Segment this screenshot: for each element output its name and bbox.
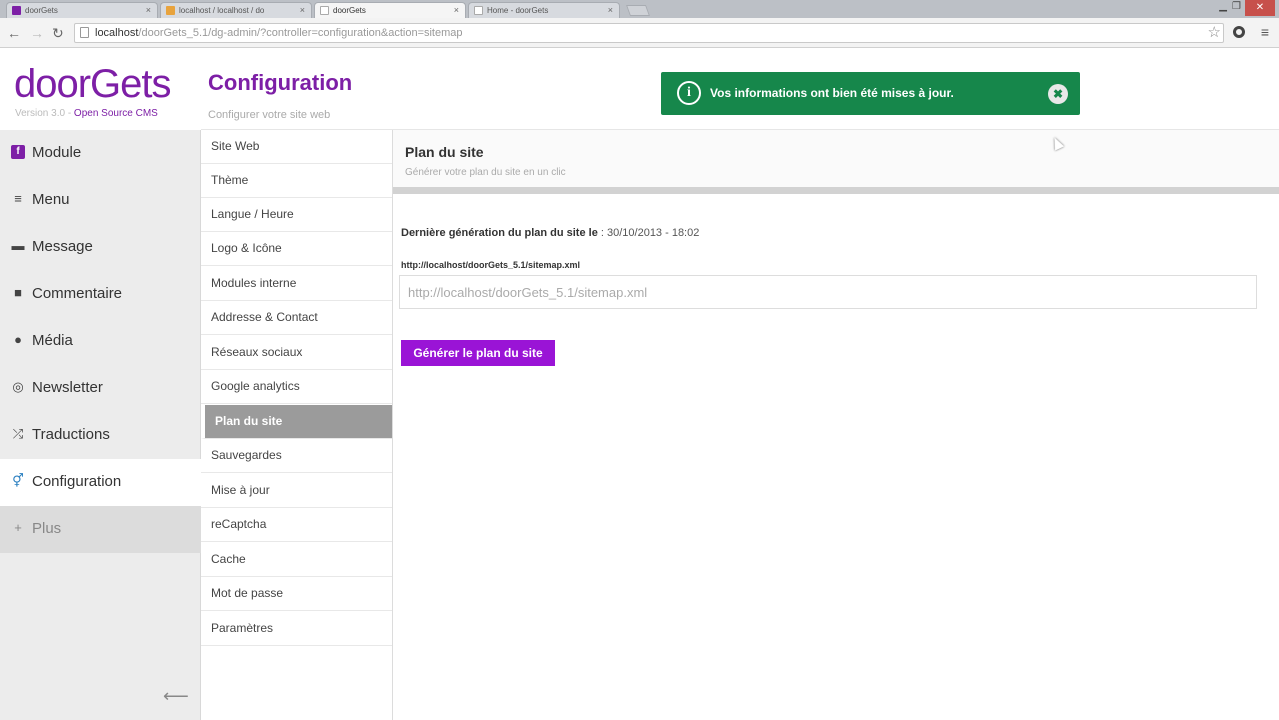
page-icon xyxy=(80,27,89,38)
browser-tab-4[interactable]: Home - doorGets × xyxy=(468,2,620,18)
last-generation-info: Dernière génération du plan du site le :… xyxy=(401,227,699,239)
page-header: Configuration Configurer votre site web … xyxy=(201,48,1279,130)
url-path: /doorGets_5.1/dg-admin/?controller=confi… xyxy=(138,27,463,39)
sidebar-item-newsletter[interactable]: ◎ Newsletter xyxy=(0,365,201,412)
panel-subtitle: Générer votre plan du site en un clic xyxy=(405,167,566,178)
menu-icon: ≡ xyxy=(14,191,22,206)
message-icon: ▬ xyxy=(11,238,25,253)
restore-window-icon[interactable]: ❐ xyxy=(1232,1,1241,12)
subnav-item-logo-icon[interactable]: Logo & Icône xyxy=(201,232,392,266)
sidebar-item-label: Plus xyxy=(32,520,62,537)
bookmark-star-icon[interactable]: ☆ xyxy=(1208,23,1221,41)
last-generation-value: : 30/10/2013 - 18:02 xyxy=(597,227,700,239)
sidebar-item-configuration[interactable]: ⚥ Configuration xyxy=(0,459,201,506)
sidebar-item-label: Média xyxy=(32,332,73,349)
sidebar-item-label: Traductions xyxy=(32,426,110,443)
browser-tab-1[interactable]: doorGets × xyxy=(6,2,158,18)
sidebar-item-comment[interactable]: ■ Commentaire xyxy=(0,271,201,318)
sidebar-item-menu[interactable]: ≡ Menu xyxy=(0,177,201,224)
media-icon: ● xyxy=(14,332,22,347)
subnav-item-cache[interactable]: Cache xyxy=(201,543,392,577)
browser-tab-bar: doorGets × localhost / localhost / do × … xyxy=(0,0,1279,18)
url-field[interactable]: localhost/doorGets_5.1/dg-admin/?control… xyxy=(74,23,1224,43)
subnav-item-update[interactable]: Mise à jour xyxy=(201,474,392,508)
new-tab-button[interactable] xyxy=(625,5,651,16)
subnav-item-language-time[interactable]: Langue / Heure xyxy=(201,198,392,232)
newsletter-icon: ◎ xyxy=(12,379,24,394)
sitemap-panel: Plan du site Générer votre plan du site … xyxy=(393,130,1279,720)
last-generation-label: Dernière génération du plan du site le xyxy=(401,227,598,239)
tab-label: doorGets xyxy=(333,6,366,15)
back-arrow-icon[interactable]: ← xyxy=(7,24,21,42)
url-host: localhost xyxy=(95,27,139,39)
sidebar-item-label: Message xyxy=(32,238,93,255)
sidebar-item-plus[interactable]: + Plus xyxy=(0,506,201,553)
subnav-item-social-networks[interactable]: Réseaux sociaux xyxy=(201,336,392,370)
subnav-item-site-web[interactable]: Site Web xyxy=(201,130,392,164)
comment-icon: ■ xyxy=(14,285,22,300)
sidebar-item-module[interactable]: f Module xyxy=(0,130,201,177)
close-tab-icon[interactable]: × xyxy=(608,5,613,15)
sidebar-item-label: Menu xyxy=(32,191,70,208)
page-favicon-icon xyxy=(320,6,329,15)
subnav-item-backups[interactable]: Sauvegardes xyxy=(201,439,392,473)
generate-sitemap-button[interactable]: Générer le plan du site xyxy=(401,340,555,366)
browser-tab-3-active[interactable]: doorGets × xyxy=(314,2,466,18)
browser-menu-icon[interactable]: ≡ xyxy=(1261,24,1269,40)
collapse-sidebar-arrow-icon[interactable]: ⟵ xyxy=(163,686,189,707)
module-icon: f xyxy=(11,145,25,159)
close-window-icon[interactable]: ✕ xyxy=(1245,0,1275,16)
minimize-window-icon[interactable]: ▁ xyxy=(1219,1,1227,12)
brand-tagline: Open Source CMS xyxy=(73,108,158,119)
subnav-item-sitemap[interactable]: Plan du site xyxy=(201,405,392,439)
sidebar-item-label: Newsletter xyxy=(32,379,103,396)
plus-icon: + xyxy=(14,520,22,535)
close-alert-icon[interactable]: ✖ xyxy=(1048,84,1068,104)
forward-arrow-icon[interactable]: → xyxy=(30,24,44,42)
sidebar-item-label: Commentaire xyxy=(32,285,123,302)
sidebar-item-translations[interactable]: ⤮ Traductions xyxy=(0,412,201,459)
close-tab-icon[interactable]: × xyxy=(300,5,305,15)
configuration-subnav: Site Web Thème Langue / Heure Logo & Icô… xyxy=(201,130,393,720)
page-subtitle: Configurer votre site web xyxy=(208,109,331,121)
page-favicon-icon xyxy=(474,6,483,15)
subnav-item-password[interactable]: Mot de passe xyxy=(201,577,392,611)
logo-block: doorGets Version 3.0 - Open Source CMS xyxy=(0,48,201,130)
brand-version: Version 3.0 - Open Source CMS xyxy=(15,108,158,119)
subnav-item-google-analytics[interactable]: Google analytics xyxy=(201,370,392,404)
doorgets-favicon-icon xyxy=(12,6,21,15)
close-tab-icon[interactable]: × xyxy=(454,5,459,15)
alert-message: Vos informations ont bien été mises à jo… xyxy=(710,86,954,100)
sidebar-item-label: Module xyxy=(32,144,82,161)
translation-icon: ⤮ xyxy=(12,426,24,441)
version-text: Version 3.0 - xyxy=(15,108,74,119)
browser-tab-2[interactable]: localhost / localhost / do × xyxy=(160,2,312,18)
sidebar-item-label: Configuration xyxy=(32,473,122,490)
sidebar-item-message[interactable]: ▬ Message xyxy=(0,224,201,271)
tab-label: localhost / localhost / do xyxy=(179,6,265,15)
close-tab-icon[interactable]: × xyxy=(146,5,151,15)
phpmyadmin-favicon-icon xyxy=(166,6,175,15)
subnav-item-address-contact[interactable]: Addresse & Contact xyxy=(201,301,392,335)
subnav-item-internal-modules[interactable]: Modules interne xyxy=(201,267,392,301)
success-alert: i Vos informations ont bien été mises à … xyxy=(661,72,1080,115)
tab-label: doorGets xyxy=(25,6,58,15)
admin-sidebar: doorGets Version 3.0 - Open Source CMS f… xyxy=(0,48,201,720)
sitemap-url-field[interactable] xyxy=(399,275,1257,309)
sidebar-item-media[interactable]: ● Média xyxy=(0,318,201,365)
browser-address-bar: ← → ↻ localhost/doorGets_5.1/dg-admin/?c… xyxy=(0,18,1279,48)
sitemap-url-label: http://localhost/doorGets_5.1/sitemap.xm… xyxy=(401,260,581,270)
page-title: Configuration xyxy=(208,70,353,95)
tab-label: Home - doorGets xyxy=(487,6,549,15)
subnav-item-theme[interactable]: Thème xyxy=(201,164,392,198)
subnav-item-recaptcha[interactable]: reCaptcha xyxy=(201,508,392,542)
subnav-item-parameters[interactable]: Paramètres xyxy=(201,612,392,646)
extension-icon[interactable] xyxy=(1233,26,1245,38)
panel-header: Plan du site Générer votre plan du site … xyxy=(393,130,1279,194)
configuration-icon: ⚥ xyxy=(12,473,24,488)
brand-logo[interactable]: doorGets xyxy=(14,62,172,107)
info-icon: i xyxy=(677,81,701,105)
reload-icon[interactable]: ↻ xyxy=(52,24,64,42)
panel-title: Plan du site xyxy=(405,144,484,160)
